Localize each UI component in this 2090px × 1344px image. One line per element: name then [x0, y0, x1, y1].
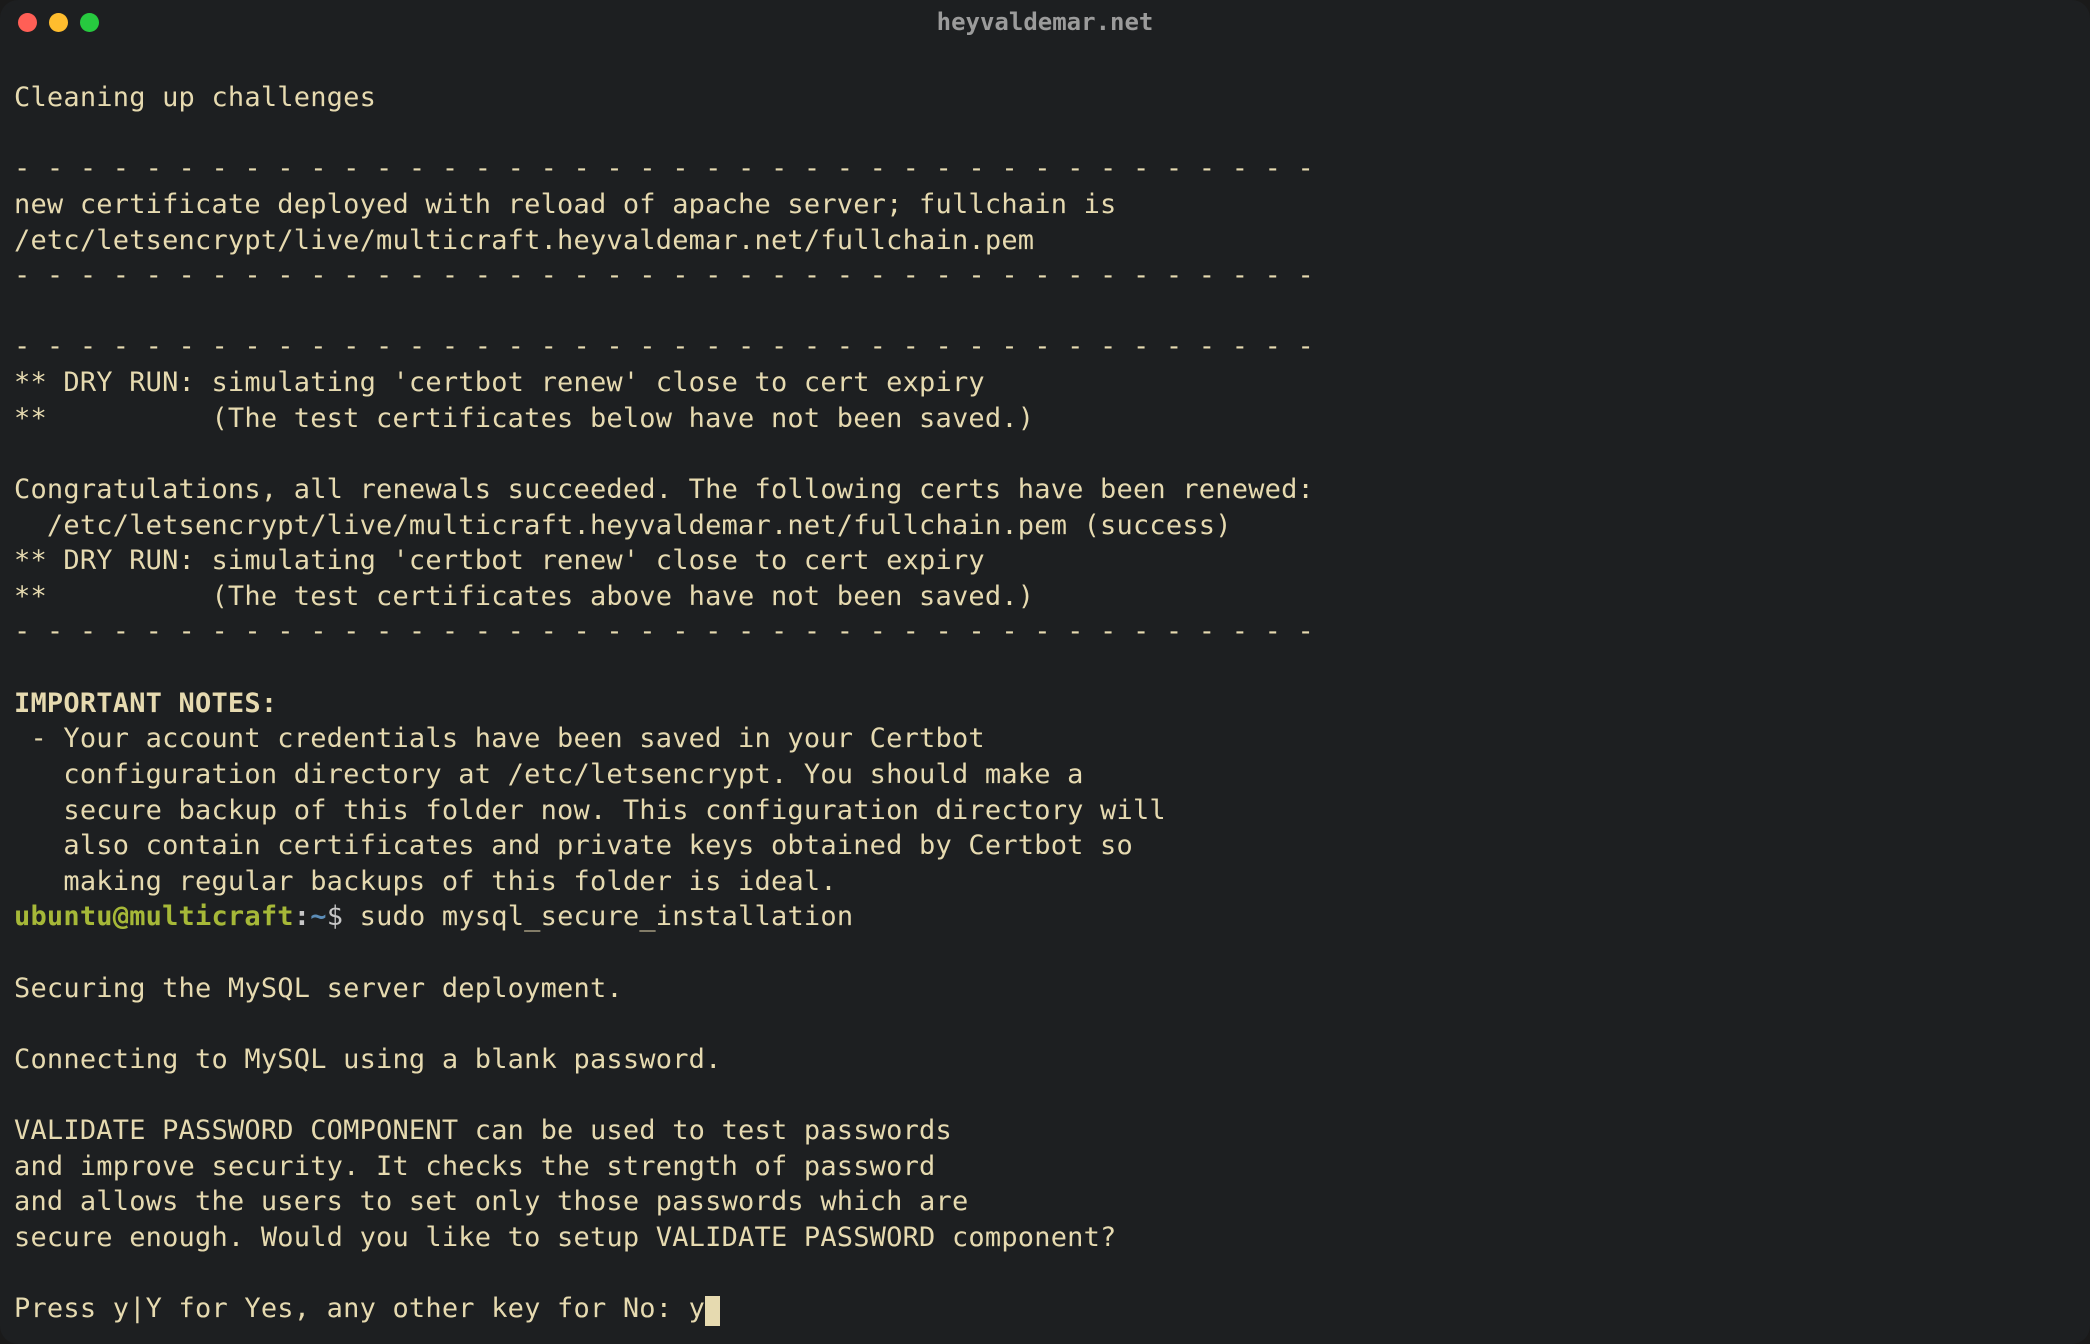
output-validate-3: and allows the users to set only those p…: [14, 1186, 968, 1217]
prompt-path: ~: [310, 901, 326, 932]
output-congrats-1: Congratulations, all renewals succeeded.…: [14, 474, 1314, 505]
output-cert-deployed-2: /etc/letsencrypt/live/multicraft.heyvald…: [14, 225, 1034, 256]
terminal-window: heyvaldemar.net Cleaning up challenges -…: [0, 0, 2090, 1344]
rule-3: - - - - - - - - - - - - - - - - - - - - …: [14, 331, 1314, 362]
terminal-body[interactable]: Cleaning up challenges - - - - - - - - -…: [0, 44, 2090, 1344]
rule-2: - - - - - - - - - - - - - - - - - - - - …: [14, 260, 1314, 291]
output-congrats-2: /etc/letsencrypt/live/multicraft.heyvald…: [14, 510, 1232, 541]
rule-4: - - - - - - - - - - - - - - - - - - - - …: [14, 616, 1314, 647]
minimize-button[interactable]: [49, 13, 68, 32]
output-validate-4: secure enough. Would you like to setup V…: [14, 1222, 1117, 1253]
notes-heading: IMPORTANT NOTES:: [14, 688, 277, 719]
prompt-dollar: $: [327, 901, 360, 932]
output-cleaning: Cleaning up challenges: [14, 82, 376, 113]
output-dryrun-2: ** (The test certificates below have not…: [14, 403, 1034, 434]
prompt-user: ubuntu@multicraft: [14, 901, 294, 932]
notes-line-4: also contain certificates and private ke…: [14, 830, 1133, 861]
output-validate-1: VALIDATE PASSWORD COMPONENT can be used …: [14, 1115, 952, 1146]
prompt-colon: :: [294, 901, 310, 932]
notes-line-2: configuration directory at /etc/letsencr…: [14, 759, 1084, 790]
output-validate-2: and improve security. It checks the stre…: [14, 1151, 936, 1182]
user-input: y: [689, 1293, 705, 1324]
output-dryrun-1: ** DRY RUN: simulating 'certbot renew' c…: [14, 367, 985, 398]
notes-line-3: secure backup of this folder now. This c…: [14, 795, 1166, 826]
output-securing: Securing the MySQL server deployment.: [14, 973, 623, 1004]
output-press-prompt: Press y|Y for Yes, any other key for No:: [14, 1293, 689, 1324]
notes-line-5: making regular backups of this folder is…: [14, 866, 837, 897]
cursor-icon: [705, 1296, 720, 1326]
output-dryrun-3: ** DRY RUN: simulating 'certbot renew' c…: [14, 545, 985, 576]
window-title: heyvaldemar.net: [0, 8, 2090, 36]
output-dryrun-4: ** (The test certificates above have not…: [14, 581, 1034, 612]
command-text: sudo mysql_secure_installation: [360, 901, 854, 932]
title-bar: heyvaldemar.net: [0, 0, 2090, 44]
output-connecting: Connecting to MySQL using a blank passwo…: [14, 1044, 722, 1075]
traffic-lights: [18, 13, 99, 32]
close-button[interactable]: [18, 13, 37, 32]
output-cert-deployed-1: new certificate deployed with reload of …: [14, 189, 1117, 220]
zoom-button[interactable]: [80, 13, 99, 32]
rule-1: - - - - - - - - - - - - - - - - - - - - …: [14, 153, 1314, 184]
notes-line-1: - Your account credentials have been sav…: [14, 723, 985, 754]
